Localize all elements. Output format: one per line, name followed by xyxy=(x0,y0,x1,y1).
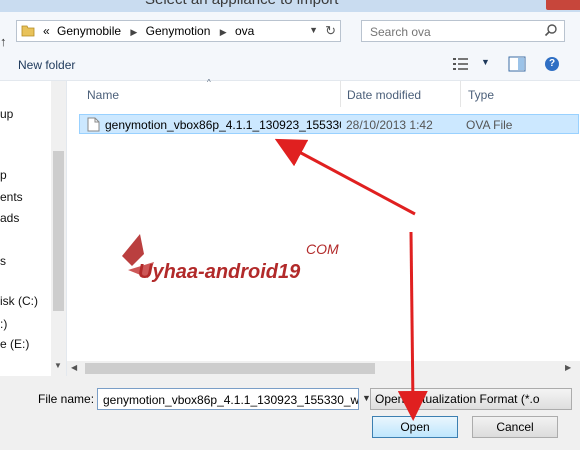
annotation-arrows xyxy=(274,138,428,421)
annotation-arrow xyxy=(397,231,428,421)
annotation-arrow xyxy=(274,138,416,216)
